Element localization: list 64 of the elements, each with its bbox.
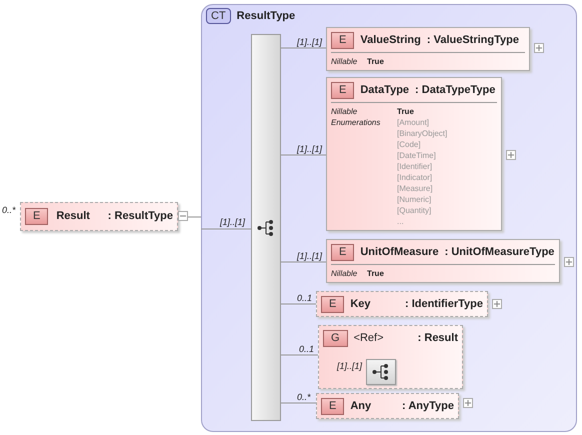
element-badge: E bbox=[321, 398, 344, 415]
element-name: <Ref> bbox=[354, 331, 385, 346]
cardinality-label: [1]..[1] bbox=[297, 37, 322, 47]
complex-type-name: ResultType bbox=[236, 9, 296, 24]
property-label: Enumerations bbox=[331, 117, 382, 129]
property-label: Nillable bbox=[331, 268, 358, 279]
element-badge: G bbox=[323, 330, 348, 347]
element-name: Any bbox=[350, 399, 372, 414]
element-badge: E bbox=[331, 244, 354, 261]
expand-icon[interactable] bbox=[463, 398, 473, 408]
complex-type-badge: CT bbox=[206, 8, 231, 24]
enumeration-value: [Numeric] bbox=[397, 194, 432, 205]
cardinality-label: [1]..[1] bbox=[337, 360, 362, 373]
property-label: Nillable bbox=[331, 106, 358, 117]
element-name: Key bbox=[350, 297, 372, 312]
group-box[interactable]: G <Ref> : Result [1]..[1] bbox=[318, 325, 463, 389]
cardinality-label: 0..* bbox=[297, 392, 311, 402]
expand-icon[interactable] bbox=[564, 257, 574, 267]
property-value: True bbox=[367, 268, 384, 279]
element-box[interactable]: E DataType : DataTypeType Nillable True Enumerations [Amount] [BinaryObject] [Code] [DateTime] [Identifier] [Indicator] [Measure] [Numeric] [Quantity] ... bbox=[326, 77, 502, 231]
element-type: : Result bbox=[418, 331, 458, 346]
cardinality-label: [1]..[1] bbox=[297, 251, 322, 261]
enumeration-value: [DateTime] bbox=[397, 150, 437, 161]
element-badge: E bbox=[331, 82, 354, 99]
element-name: Result bbox=[56, 209, 91, 224]
element-type: : UnitOfMeasureType bbox=[444, 245, 554, 260]
element-name: UnitOfMeasure bbox=[360, 245, 439, 260]
cardinality-label: 0..* bbox=[2, 204, 16, 217]
property-label: Nillable bbox=[331, 56, 358, 67]
enumeration-value: ... bbox=[397, 216, 405, 227]
cardinality-label: 0..1 bbox=[299, 344, 314, 354]
element-badge: E bbox=[331, 32, 354, 49]
enumeration-value: [Amount] bbox=[397, 117, 430, 128]
expand-icon[interactable] bbox=[492, 299, 502, 309]
expand-icon[interactable] bbox=[534, 43, 544, 53]
element-name: DataType bbox=[360, 83, 410, 98]
sequence-icon bbox=[372, 364, 390, 380]
enumeration-value: [Code] bbox=[397, 139, 422, 150]
element-badge: E bbox=[321, 296, 344, 313]
collapse-icon[interactable] bbox=[178, 211, 188, 221]
cardinality-label: 0..1 bbox=[297, 293, 312, 303]
element-type: : ResultType bbox=[108, 209, 173, 224]
cardinality-label: [1]..[1] bbox=[297, 144, 322, 154]
enumeration-value: [Quantity] bbox=[397, 205, 432, 216]
element-box[interactable]: E Key : IdentifierType bbox=[316, 291, 488, 317]
element-name: ValueString bbox=[360, 33, 421, 48]
sequence-icon bbox=[257, 220, 275, 236]
element-box[interactable]: E UnitOfMeasure : UnitOfMeasureType Nillable True bbox=[326, 239, 560, 283]
enumeration-value: [Indicator] bbox=[397, 172, 434, 183]
enumeration-value: [Identifier] bbox=[397, 161, 434, 172]
element-type: : ValueStringType bbox=[426, 33, 519, 48]
element-type: : IdentifierType bbox=[404, 297, 483, 312]
element-box[interactable]: E Result : ResultType bbox=[20, 202, 178, 231]
element-type: : AnyType bbox=[402, 399, 454, 414]
enumeration-value: [BinaryObject] bbox=[397, 128, 448, 139]
expand-icon[interactable] bbox=[506, 150, 516, 160]
property-value: True bbox=[397, 106, 414, 117]
enumeration-value: [Measure] bbox=[397, 183, 434, 194]
element-box[interactable]: E Any : AnyType bbox=[316, 393, 459, 419]
element-box[interactable]: E ValueString : ValueStringType Nillable True bbox=[326, 27, 530, 71]
element-badge: E bbox=[25, 208, 48, 225]
cardinality-label: [1]..[1] bbox=[220, 216, 246, 229]
property-value: True bbox=[367, 56, 384, 67]
element-type: : DataTypeType bbox=[415, 83, 496, 98]
